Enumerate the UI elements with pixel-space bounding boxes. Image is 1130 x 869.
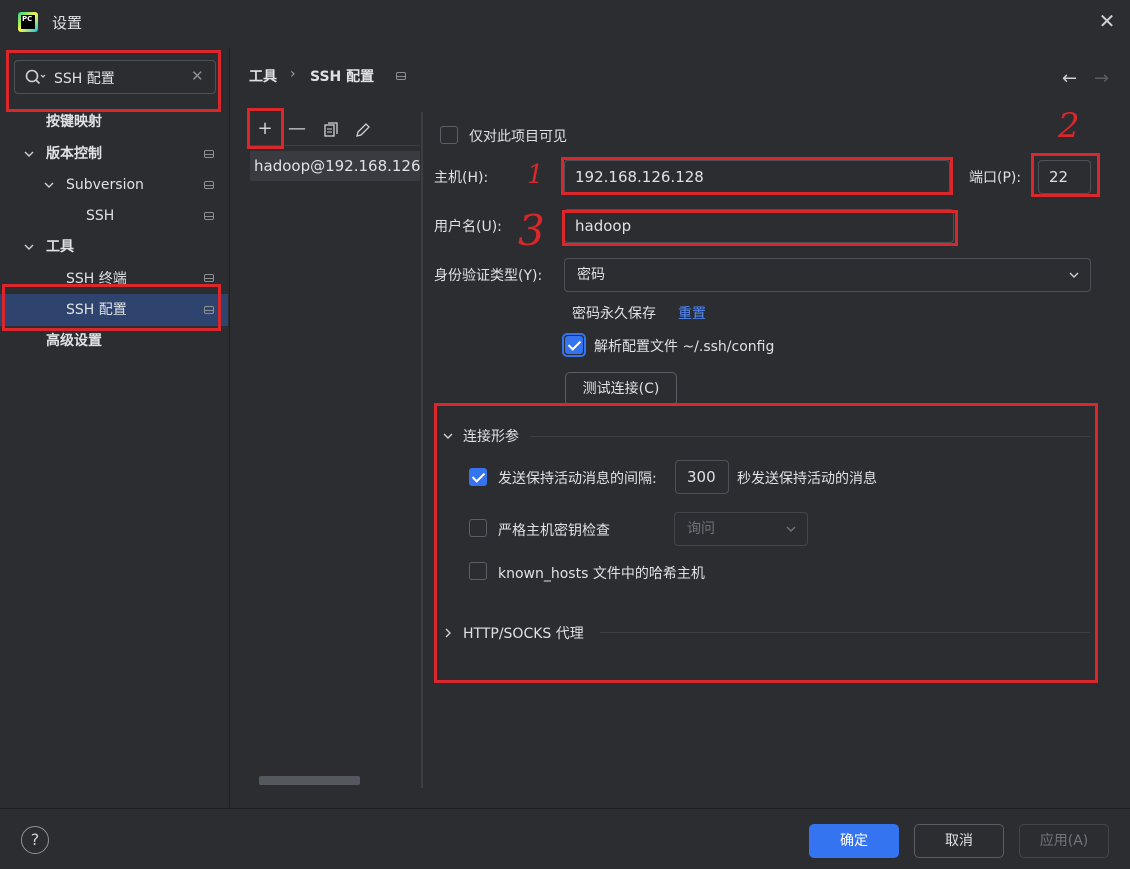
close-icon[interactable]: ✕ (1096, 10, 1118, 32)
project-settings-icon (204, 212, 214, 220)
project-settings-icon (204, 274, 214, 282)
auth-type-label: 身份验证类型(Y): (434, 268, 543, 284)
project-settings-icon (396, 72, 406, 80)
test-connection-button[interactable]: 测试连接(C) (565, 372, 677, 406)
host-label: 主机(H): (434, 170, 489, 186)
annotation-box-port (1031, 153, 1100, 197)
annotation-number-1: 1 (527, 160, 544, 190)
annotation-box-username (562, 210, 958, 246)
sidebar-item-version-control[interactable]: 版本控制 (46, 140, 102, 168)
project-only-checkbox[interactable] (440, 126, 458, 144)
chevron-down-icon[interactable] (22, 240, 36, 254)
annotation-box-host (561, 157, 953, 195)
breadcrumb-separator: › (290, 66, 296, 82)
sidebar-item-tools[interactable]: 工具 (46, 233, 74, 261)
annotation-number-3: 3 (518, 206, 545, 255)
ok-button[interactable]: 确定 (809, 824, 899, 858)
annotation-box-search (6, 50, 221, 112)
forward-arrow-icon[interactable]: → (1094, 68, 1109, 89)
password-saved-text: 密码永久保存 (572, 306, 656, 322)
annotation-box-ssh-config (2, 284, 221, 331)
title-bar (0, 0, 1130, 44)
settings-sidebar (0, 48, 230, 808)
sidebar-item-subversion[interactable]: Subversion (66, 171, 144, 199)
auth-type-value: 密码 (577, 267, 605, 283)
chevron-down-icon[interactable] (42, 178, 56, 192)
sidebar-item-svn-ssh[interactable]: SSH (86, 202, 114, 230)
breadcrumb-current: SSH 配置 (310, 69, 375, 85)
footer-divider (0, 808, 1130, 809)
sidebar-item-advanced-settings[interactable]: 高级设置 (46, 327, 102, 355)
apply-button[interactable]: 应用(A) (1019, 824, 1109, 858)
username-label: 用户名(U): (434, 219, 502, 235)
annotation-number-2: 2 (1058, 106, 1080, 146)
chevron-down-icon[interactable] (22, 147, 36, 161)
parse-config-checkbox[interactable] (565, 336, 583, 354)
chevron-down-icon (1069, 272, 1079, 278)
reset-link[interactable]: 重置 (678, 303, 706, 323)
remove-icon[interactable]: — (286, 118, 308, 140)
copy-icon[interactable] (322, 121, 340, 139)
annotation-box-connection-params (434, 403, 1098, 683)
pycharm-logo-icon: PC (18, 12, 38, 32)
auth-type-select[interactable]: 密码 (564, 258, 1091, 292)
horizontal-scrollbar[interactable] (259, 776, 360, 785)
annotation-box-add (247, 108, 284, 149)
back-arrow-icon[interactable]: ← (1062, 68, 1077, 89)
project-only-label: 仅对此项目可见 (469, 129, 567, 145)
sidebar-item-keymap[interactable]: 按键映射 (46, 108, 102, 136)
breadcrumb-parent[interactable]: 工具 (249, 66, 277, 86)
ssh-config-list-panel (246, 112, 423, 788)
list-item[interactable]: hadoop@192.168.126. (250, 151, 420, 181)
project-settings-icon (204, 150, 214, 158)
parse-config-label: 解析配置文件 ~/.ssh/config (594, 339, 775, 355)
window-title: 设置 (52, 14, 83, 32)
port-label: 端口(P): (969, 170, 1022, 186)
project-settings-icon (204, 181, 214, 189)
cancel-button[interactable]: 取消 (914, 824, 1004, 858)
edit-icon[interactable] (354, 121, 372, 139)
help-icon[interactable]: ? (21, 826, 49, 854)
